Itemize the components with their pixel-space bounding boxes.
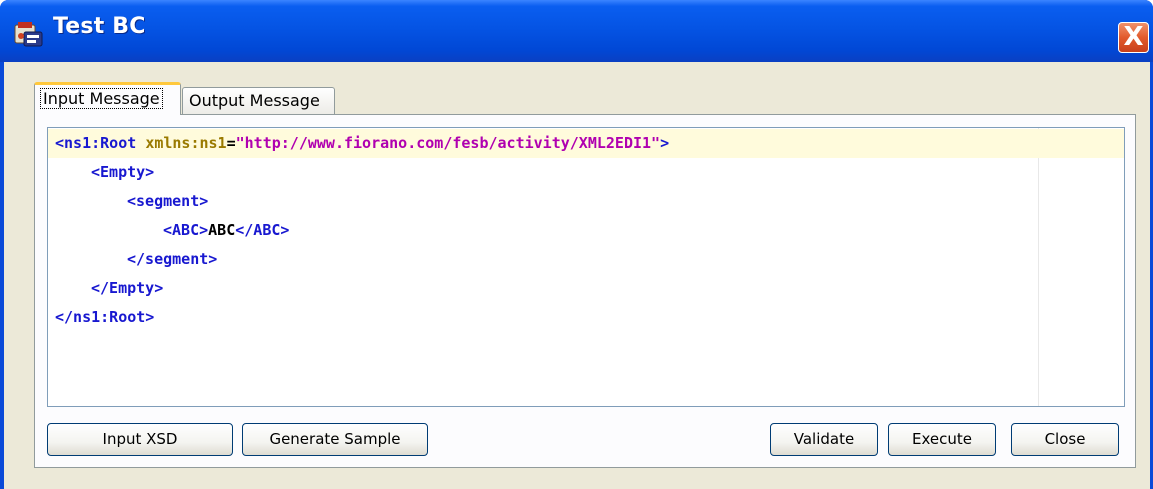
code-line: <segment> [48, 187, 1124, 216]
close-icon[interactable]: X [1118, 22, 1149, 53]
app-icon [14, 22, 43, 47]
generate-sample-button[interactable]: Generate Sample [242, 423, 428, 456]
code-line: <ns1:Root xmlns:ns1="http://www.fiorano.… [48, 129, 1124, 158]
code-token-tag: </segment> [127, 250, 218, 268]
window-title: Test BC [53, 14, 146, 39]
close-button[interactable]: Close [1011, 423, 1119, 456]
tab-panel: <ns1:Root xmlns:ns1="http://www.fiorano.… [34, 114, 1136, 468]
code-token-attr: xmlns:ns1 [145, 134, 227, 152]
code-token-eq: = [226, 134, 236, 152]
code-token-tag: <ABC> [163, 221, 209, 239]
tab-input-message[interactable]: Input Message [34, 82, 181, 115]
code-token-tag: </ABC> [235, 221, 290, 239]
code-line: <Empty> [48, 158, 1124, 187]
tab-input-message-label: Input Message [40, 88, 163, 109]
code-token-tag: <Empty> [91, 163, 155, 181]
xml-editor[interactable]: <ns1:Root xmlns:ns1="http://www.fiorano.… [47, 127, 1125, 407]
code-token-tag: <ns1:Root [55, 134, 146, 152]
code-token-txt: ABC [208, 221, 236, 239]
tab-output-message-label: Output Message [189, 91, 320, 110]
code-token-tag: <segment> [127, 192, 209, 210]
input-xsd-button[interactable]: Input XSD [47, 423, 233, 456]
code-token-tag: </Empty> [91, 279, 164, 297]
tab-output-message[interactable]: Output Message [182, 87, 335, 115]
dialog-client-area: Input Message Output Message <ns1:Root x… [4, 62, 1150, 489]
title-bar[interactable]: Test BC X [0, 0, 1153, 62]
code-token-tag: </ns1:Root> [55, 308, 155, 326]
execute-button[interactable]: Execute [888, 423, 996, 456]
dialog-window: Test BC X Input Message Output Message <… [0, 0, 1153, 489]
code-line: </Empty> [48, 274, 1124, 303]
code-line: </segment> [48, 245, 1124, 274]
code-line: <ABC>ABC</ABC> [48, 216, 1124, 245]
code-line: </ns1:Root> [48, 303, 1124, 332]
validate-button[interactable]: Validate [770, 423, 878, 456]
code-token-tag: > [660, 134, 670, 152]
code-token-val: "http://www.fiorano.com/fesb/activity/XM… [235, 134, 661, 152]
